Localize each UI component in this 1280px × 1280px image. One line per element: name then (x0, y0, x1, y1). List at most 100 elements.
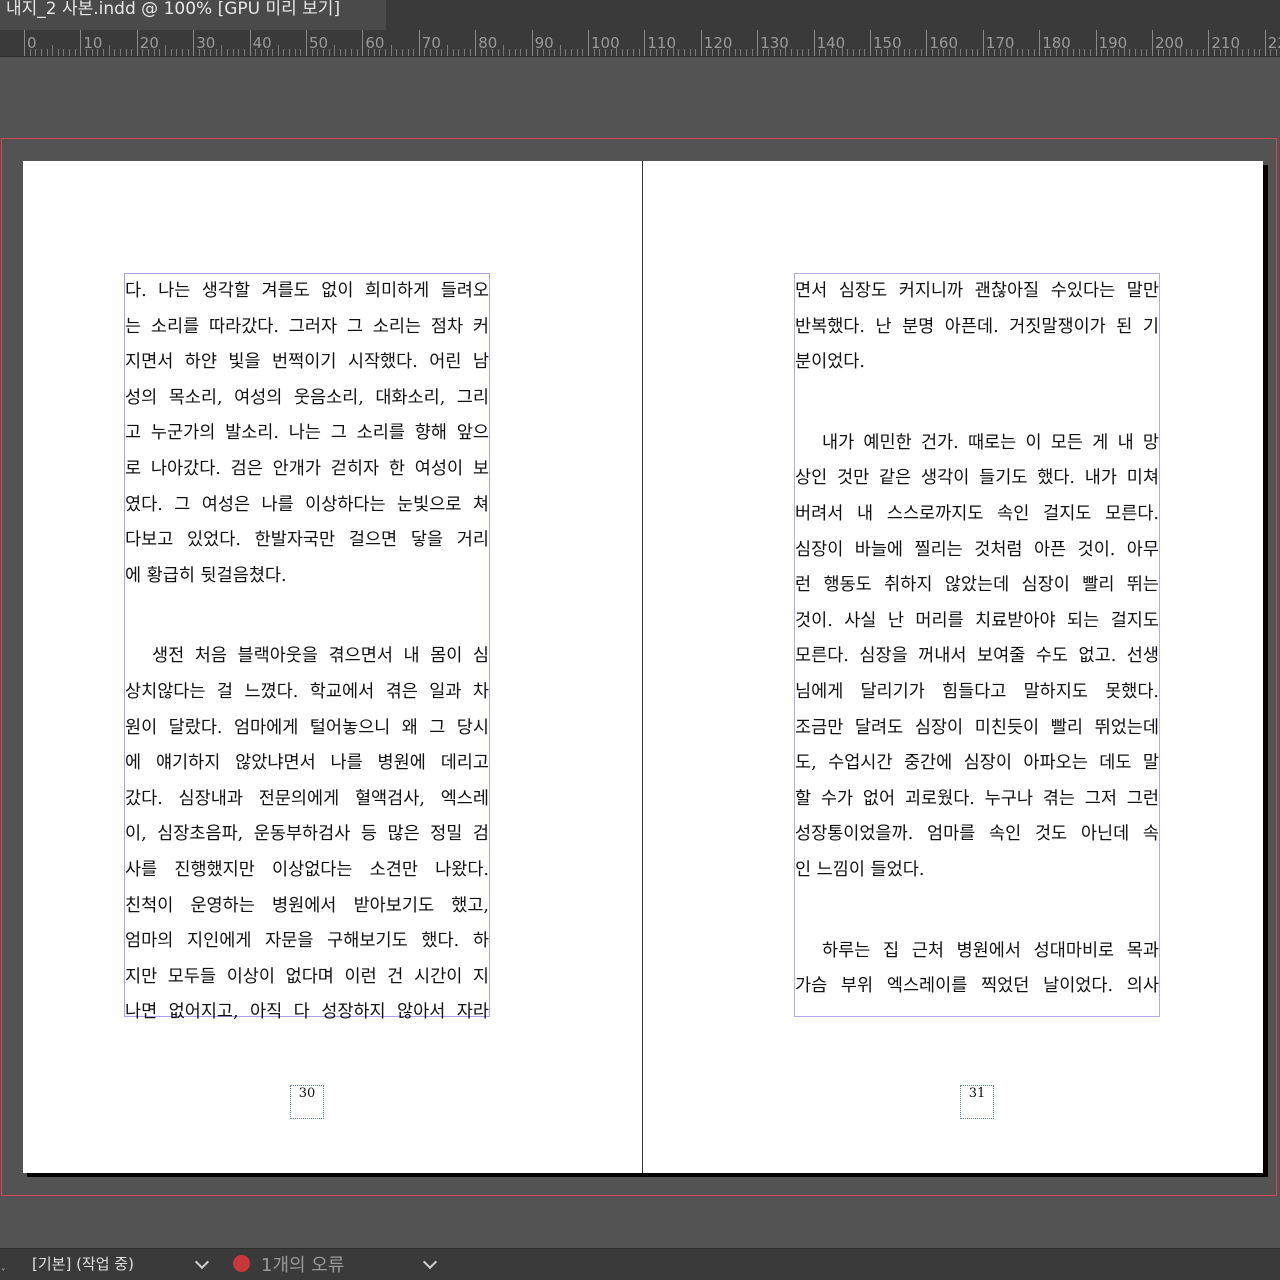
ruler-minor-tick (102, 49, 104, 56)
ruler-major-tick (700, 30, 702, 56)
ruler-minor-tick (153, 49, 155, 56)
ruler-minor-tick (1005, 49, 1007, 56)
ruler-minor-tick (131, 49, 133, 56)
text-line: 님에게 달리기가 힘들다고 말하지도 못했다. (795, 681, 1159, 702)
ruler-major-tick (475, 30, 477, 56)
ruler-minor-tick (599, 49, 601, 56)
ruler-minor-tick (1089, 49, 1091, 56)
ruler-minor-tick (576, 49, 578, 56)
ruler-minor-tick (858, 49, 860, 56)
ruler-minor-tick (1044, 49, 1046, 56)
ruler-major-tick (1264, 30, 1266, 56)
text-line: 면서 심장도 커지니까 괜찮아질 수있다는 말만 (795, 281, 1159, 301)
ruler-minor-tick (46, 49, 48, 56)
status-left-edge: ˯ (1, 1256, 6, 1272)
ruler-minor-tick (954, 45, 956, 56)
ruler-minor-tick (165, 45, 166, 56)
ruler-minor-tick (469, 49, 471, 56)
ruler-minor-tick (898, 45, 900, 56)
ruler-minor-tick (791, 49, 793, 56)
text-line: 할 수가 없어 괴로웠다. 누구나 겪는 그저 그런 (795, 788, 1159, 809)
text-line: 지만 모두들 이상이 없다며 이런 건 시간이 지 (125, 966, 489, 987)
chevron-down-icon[interactable] (422, 1254, 438, 1270)
ruler-minor-tick (1084, 49, 1086, 56)
ruler-minor-tick (463, 49, 465, 56)
document-tab[interactable]: 내지_2 사본.indd @ 100% [GPU 미리 보기] (0, 0, 386, 30)
ruler-minor-tick (689, 49, 691, 56)
preflight-profile-label[interactable]: [기본] (작업 중) (32, 1253, 134, 1274)
ruler-minor-tick (909, 49, 911, 56)
ruler-minor-tick (356, 49, 358, 56)
ruler-minor-tick (458, 49, 460, 56)
ruler-minor-tick (1078, 49, 1080, 56)
text-line: 버려서 내 스스로까지도 속인 걸지도 모른다. (795, 503, 1159, 524)
ruler-minor-tick (170, 49, 172, 56)
text-line: 상인 것만 같은 생각이 들기도 했다. 내가 미쳐 (795, 468, 1159, 489)
ruler-minor-tick (1191, 49, 1193, 56)
ruler-minor-tick (841, 45, 843, 56)
preflight-error-count[interactable]: 1개의 오류 (261, 1251, 344, 1277)
ruler-minor-tick (69, 49, 71, 56)
text-frame-right[interactable]: 면서 심장도 커지니까 괜찮아질 수있다는 말만 반복했다. 난 분명 아픈데. … (794, 273, 1160, 1017)
ruler-minor-tick (384, 49, 386, 56)
ruler-minor-tick (520, 49, 522, 56)
text-line: 성장통이었을까. 엄마를 속인 것도 아닌데 속 (795, 824, 1159, 845)
ruler-minor-tick (1073, 49, 1075, 56)
text-line: 사를 진행했지만 이상없다는 소견만 나왔다. (125, 859, 489, 880)
ruler-minor-tick (864, 49, 866, 56)
ruler-minor-tick (836, 49, 838, 56)
ruler-minor-tick (706, 49, 708, 56)
ruler-minor-tick (1202, 49, 1204, 56)
ruler-minor-tick (1157, 49, 1159, 56)
ruler-minor-tick (1219, 49, 1221, 56)
text-line: 것이. 사실 난 머리를 치료받아야 되는 걸지도 (795, 610, 1159, 631)
chevron-down-icon[interactable] (194, 1254, 210, 1270)
ruler-minor-tick (881, 49, 883, 56)
ruler-minor-tick (497, 49, 499, 56)
ruler-minor-tick (322, 49, 324, 56)
ruler-major-tick (1039, 30, 1041, 56)
ruler-minor-tick (119, 49, 121, 56)
ruler-minor-tick (830, 49, 832, 56)
ruler-minor-tick (1016, 49, 1018, 56)
ruler-minor-tick (272, 49, 274, 56)
page-number-right[interactable]: 31 (960, 1085, 994, 1119)
ruler-minor-tick (751, 49, 753, 56)
ruler-minor-tick (762, 49, 764, 56)
ruler-minor-tick (260, 49, 262, 56)
ruler-minor-tick (396, 49, 398, 56)
ruler-minor-tick (695, 49, 697, 56)
ruler-minor-tick (977, 49, 979, 56)
ruler-minor-tick (965, 49, 967, 56)
ruler-minor-tick (1247, 49, 1249, 56)
ruler-minor-tick (503, 45, 505, 56)
ruler-minor-tick (796, 49, 798, 56)
ruler-minor-tick (960, 49, 962, 56)
ruler-minor-tick (712, 49, 714, 56)
page-number-left[interactable]: 30 (290, 1085, 324, 1119)
ruler-minor-tick (390, 45, 392, 56)
text-line: 엄마의 지인에게 자문을 구해보기도 했다. 하 (125, 931, 489, 952)
ruler-minor-tick (717, 49, 719, 56)
text-frame-left[interactable]: 다. 나는 생각할 겨를도 없이 희미하게 들려오 는 소리를 따라갔다. 그러자… (124, 273, 490, 1022)
ruler-minor-tick (785, 45, 787, 56)
ruler-minor-tick (1180, 45, 1182, 56)
ruler-minor-tick (875, 49, 877, 56)
horizontal-ruler[interactable]: 0 10 20 30 40 50 60 70 80 90 100 110 120 130 140 150 160… (0, 30, 1280, 57)
ruler-minor-tick (300, 49, 302, 56)
ruler-minor-tick (181, 49, 183, 56)
ruler-minor-tick (339, 49, 341, 56)
ruler-minor-tick (1197, 49, 1199, 56)
text-line: 도, 수업시간 중간에 심장이 아파오는 데도 말 (795, 753, 1159, 774)
text-line: 내가 예민한 건가. 때로는 이 모든 게 내 망 (822, 432, 1159, 453)
ruler-minor-tick (621, 49, 623, 56)
ruler-minor-tick (774, 49, 776, 56)
ruler-major-tick (588, 30, 589, 56)
ruler-minor-tick (1140, 49, 1142, 56)
ruler-minor-tick (40, 49, 42, 56)
text-line: 친척이 운영하는 병원에서 받아보기도 했고, (125, 895, 489, 916)
ruler-minor-tick (740, 49, 742, 56)
ruler-minor-tick (204, 49, 206, 56)
ruler-major-tick (306, 30, 307, 56)
